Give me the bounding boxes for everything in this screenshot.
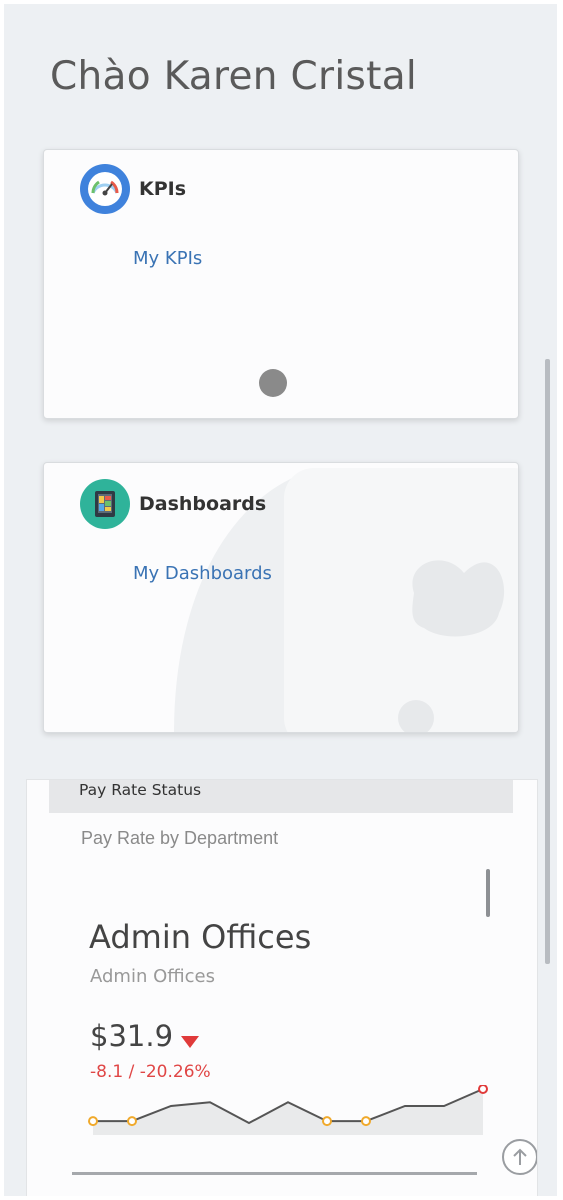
sparkline-area [93,1089,483,1135]
sparkline-point [322,1116,332,1127]
panel-scrollbar[interactable] [486,869,490,917]
my-kpis-link[interactable]: My KPIs [133,248,202,269]
sparkline-point [127,1116,137,1127]
pay-rate-sparkline [88,1085,488,1135]
arrow-up-icon [513,1148,527,1165]
kpi-card-title: KPIs [139,178,187,200]
app-frame: Chào Karen Cristal KPIs My KPIs Dashboar… [4,4,557,1196]
sparkline-last-point [478,1085,488,1094]
pay-rate-header-title: Pay Rate Status [79,781,202,799]
department-title: Admin Offices [89,918,312,956]
dashboards-card: Dashboards My Dashboards [43,462,519,733]
pay-rate-subtitle: Pay Rate by Department [81,828,279,848]
trend-down-icon [181,1036,199,1048]
my-dashboards-link[interactable]: My Dashboards [133,563,272,584]
kpi-card: KPIs My KPIs [43,149,519,419]
gauge-icon [80,164,130,214]
pay-rate-change: -8.1 / -20.26% [90,1062,211,1082]
pay-rate-value: $31.9 [90,1019,174,1053]
pay-rate-panel: Pay Rate Status Pay Rate by Department A… [26,779,538,1196]
sparkline-point [361,1116,371,1127]
scroll-to-top-button[interactable] [502,1139,537,1175]
loading-indicator [259,369,287,397]
pay-rate-header: Pay Rate Status [49,780,513,813]
greeting-title: Chào Karen Cristal [50,54,418,99]
chart-baseline [72,1172,477,1175]
dashboards-card-title: Dashboards [139,493,267,515]
dashboard-tablet-icon [80,479,130,529]
department-subtitle: Admin Offices [90,966,216,987]
sparkline-point [88,1116,98,1127]
page-scrollbar[interactable] [545,359,550,964]
